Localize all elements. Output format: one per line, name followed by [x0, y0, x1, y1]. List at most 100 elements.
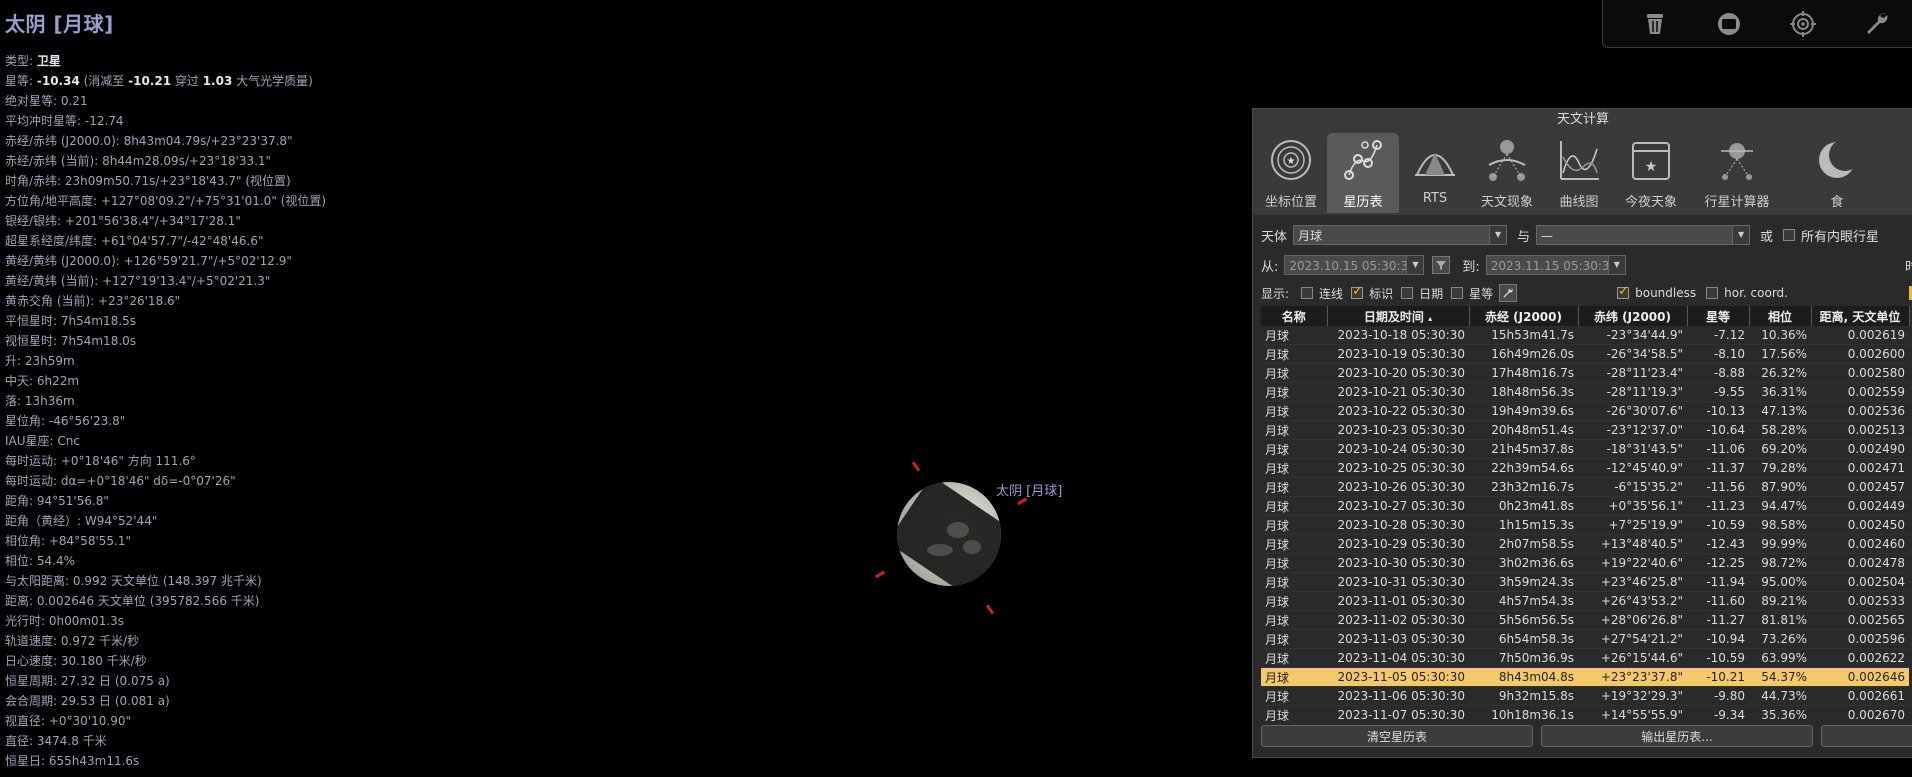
table-row[interactable]: 月球 2023-10-29 05:30:30 2h07m58.5s +13°48'40… — [1261, 534, 1909, 554]
dialog-title[interactable]: 天文计算 — [1253, 109, 1912, 131]
col-phase[interactable]: 相位 — [1749, 306, 1812, 326]
table-cell: 2023-10-24 05:30:30 — [1327, 439, 1469, 459]
table-row[interactable]: 月球 2023-11-07 05:30:30 10h18m36.1s +14°55'5… — [1261, 705, 1909, 721]
table-cell: 1h15m15.3s — [1469, 515, 1578, 535]
info-text: 穿过 — [171, 74, 203, 88]
target-icon[interactable] — [1789, 10, 1817, 38]
info-line: 赤经/赤纬 (当前): 8h44m28.09s/+23°18'33.1" — [5, 151, 425, 171]
table-cell: +14°55'55.9" — [1578, 705, 1687, 721]
wrench-icon[interactable] — [1499, 284, 1518, 302]
table-row[interactable]: 月球 2023-10-20 05:30:30 17h48m16.7s -28°11'2… — [1261, 363, 1909, 383]
col-distance[interactable]: 距离, 天文单位 — [1811, 306, 1910, 326]
display-options-row: 显示: 连线 标识 日期 星等 boundless hor. coord. — [1261, 284, 1912, 302]
to-date-field[interactable]: 2023.11.15 05:30:30 ▼ — [1485, 255, 1626, 275]
table-cell: 0.002513 — [1811, 420, 1909, 440]
table-row[interactable]: 月球 2023-11-02 05:30:30 5h56m56.5s +28°06'26… — [1261, 610, 1909, 630]
table-cell: 月球 — [1261, 439, 1327, 459]
sky-view[interactable] — [430, 0, 1250, 777]
table-row[interactable]: 月球 2023-10-21 05:30:30 18h48m56.3s -28°11'1… — [1261, 382, 1909, 402]
table-cell: 2023-11-07 05:30:30 — [1327, 705, 1469, 721]
table-cell: 58.28% — [1749, 420, 1811, 440]
moon-disk[interactable] — [897, 482, 1001, 586]
display-icon[interactable] — [1715, 10, 1743, 38]
col-datetime[interactable]: 日期及时间 ▴ — [1327, 306, 1470, 326]
table-cell: 0.002596 — [1811, 629, 1909, 649]
tab-eclipses[interactable]: 食 — [1801, 133, 1873, 213]
export-ephemeris-button[interactable]: 输出星历表... — [1541, 725, 1813, 747]
table-cell: 2023-11-02 05:30:30 — [1327, 610, 1469, 630]
table-cell: -10.21 — [1687, 667, 1749, 687]
all-inner-planets-checkbox[interactable] — [1783, 229, 1796, 241]
tab-ephemeris[interactable]: 星历表 — [1327, 133, 1399, 213]
col-ra[interactable]: 赤经 (J2000) — [1469, 306, 1579, 326]
to-label: 到: — [1462, 259, 1480, 275]
info-line: 视直径: +0°30'10.90" — [5, 711, 425, 731]
body-select[interactable]: 月球 ▼ — [1293, 225, 1508, 245]
date-range-row: 从: 2023.10.15 05:30:30 ▼ 到: 2023.11.15 0… — [1261, 255, 1912, 275]
info-text: 赤经/赤纬 (当前): 8h44m28.09s/+23°18'33.1" — [5, 154, 272, 168]
table-cell: +26°43'53.2" — [1578, 591, 1687, 611]
object-title: 太阴 [月球] — [5, 12, 114, 36]
table-row[interactable]: 月球 2023-10-27 05:30:30 0h23m41.8s +0°35'56.… — [1261, 496, 1909, 516]
table-row[interactable]: 月球 2023-10-31 05:30:30 3h59m24.3s +23°46'25… — [1261, 572, 1909, 592]
ephemeris-table[interactable]: 名称 日期及时间 ▴ 赤经 (J2000) 赤纬 (J2000) 星等 相位 距… — [1261, 306, 1912, 721]
info-text: 会合周期: 29.53 日 (0.081 a) — [5, 694, 170, 708]
info-line: 绝对星等: 0.21 — [5, 91, 425, 111]
table-cell: 20h48m51.4s — [1469, 420, 1578, 440]
table-cell: 8h43m04.8s — [1469, 667, 1578, 687]
table-cell: 2023-11-05 05:30:30 — [1327, 667, 1469, 687]
col-name[interactable]: 名称 — [1261, 306, 1328, 326]
table-header-row: 名称 日期及时间 ▴ 赤经 (J2000) 赤纬 (J2000) 星等 相位 距… — [1261, 306, 1910, 326]
table-row[interactable]: 月球 2023-10-30 05:30:30 3h02m36.6s +19°22'40… — [1261, 553, 1909, 573]
moon-sky-label[interactable]: 太阴 [月球] — [996, 480, 1062, 499]
col-dec[interactable]: 赤纬 (J2000) — [1578, 306, 1688, 326]
table-cell: +23°46'25.8" — [1578, 572, 1687, 592]
col-magnitude[interactable]: 星等 — [1687, 306, 1750, 326]
tab-graphs[interactable]: 曲线图 — [1543, 133, 1615, 213]
table-row[interactable]: 月球 2023-10-23 05:30:30 20h48m51.4s -23°12'3… — [1261, 420, 1909, 440]
table-cell: 63.99% — [1749, 648, 1811, 668]
table-row[interactable]: 月球 2023-11-01 05:30:30 4h57m54.3s +26°43'53… — [1261, 591, 1909, 611]
table-row[interactable]: 月球 2023-11-05 05:30:30 8h43m04.8s +23°23'37… — [1261, 667, 1909, 687]
clear-ephemeris-button[interactable]: 清空星历表 — [1261, 725, 1533, 747]
info-text: 平均冲时星等: -12.74 — [5, 114, 124, 128]
tab-label: 食 — [1830, 195, 1844, 210]
tab-whats-up-tonight[interactable]: ★ 今夜天象 — [1615, 133, 1687, 213]
table-cell: 94.47% — [1749, 496, 1811, 516]
tab-rts[interactable]: RTS — [1399, 133, 1471, 213]
table-row[interactable]: 月球 2023-10-24 05:30:30 21h45m37.8s -18°31'4… — [1261, 439, 1909, 459]
date-checkbox[interactable] — [1401, 287, 1414, 299]
magnitude-checkbox[interactable] — [1451, 287, 1464, 299]
tab-planet-calculator[interactable]: 行星计算器 — [1687, 133, 1787, 213]
from-date-field[interactable]: 2023.10.15 05:30:30 ▼ — [1284, 255, 1425, 275]
table-cell: 0.002471 — [1811, 458, 1909, 478]
tab-bar: ★ 坐标位置 星历表 RTS 天文现象 曲线图 ★ 今夜天象 行星计算器 食 — [1253, 131, 1912, 215]
mark-checkbox[interactable] — [1351, 284, 1364, 299]
moon-mare — [947, 522, 969, 538]
filter-icon[interactable] — [1432, 256, 1451, 274]
table-row[interactable]: 月球 2023-10-25 05:30:30 22h39m54.6s -12°45'4… — [1261, 458, 1909, 478]
tab-phenomena[interactable]: 天文现象 — [1471, 133, 1543, 213]
table-row[interactable]: 月球 2023-10-26 05:30:30 23h32m16.7s -6°15'35… — [1261, 477, 1909, 497]
hor-coord-checkbox[interactable] — [1706, 287, 1719, 299]
ephemeris-icon — [1344, 140, 1382, 180]
table-row[interactable]: 月球 2023-10-18 05:30:30 15h53m41.7s -23°34'4… — [1261, 326, 1909, 345]
tab-positions[interactable]: ★ 坐标位置 — [1255, 133, 1327, 213]
table-cell: 2023-10-29 05:30:30 — [1327, 534, 1469, 554]
table-row[interactable]: 月球 2023-11-03 05:30:30 6h54m58.3s +27°54'21… — [1261, 629, 1909, 649]
wrench-icon[interactable] — [1863, 10, 1891, 38]
table-row[interactable]: 月球 2023-10-22 05:30:30 19h49m39.6s -26°30'0… — [1261, 401, 1909, 421]
magnitude-label: 星等 — [1469, 286, 1494, 301]
table-row[interactable]: 月球 2023-10-28 05:30:30 1h15m15.3s +7°25'19.… — [1261, 515, 1909, 535]
table-cell: -11.56 — [1687, 477, 1749, 497]
table-row[interactable]: 月球 2023-10-19 05:30:30 16h49m26.0s -26°34'5… — [1261, 344, 1909, 364]
second-body-select[interactable]: — ▼ — [1536, 225, 1751, 245]
trash-icon[interactable] — [1641, 10, 1669, 38]
second-body-value: — — [1541, 229, 1554, 243]
table-row[interactable]: 月球 2023-11-04 05:30:30 7h50m36.9s +26°15'44… — [1261, 648, 1909, 668]
table-cell: 6h54m58.3s — [1469, 629, 1578, 649]
extra-button[interactable] — [1821, 725, 1912, 747]
boundless-checkbox[interactable] — [1617, 284, 1630, 299]
table-row[interactable]: 月球 2023-11-06 05:30:30 9h32m15.8s +19°32'29… — [1261, 686, 1909, 706]
connect-checkbox[interactable] — [1301, 287, 1314, 299]
